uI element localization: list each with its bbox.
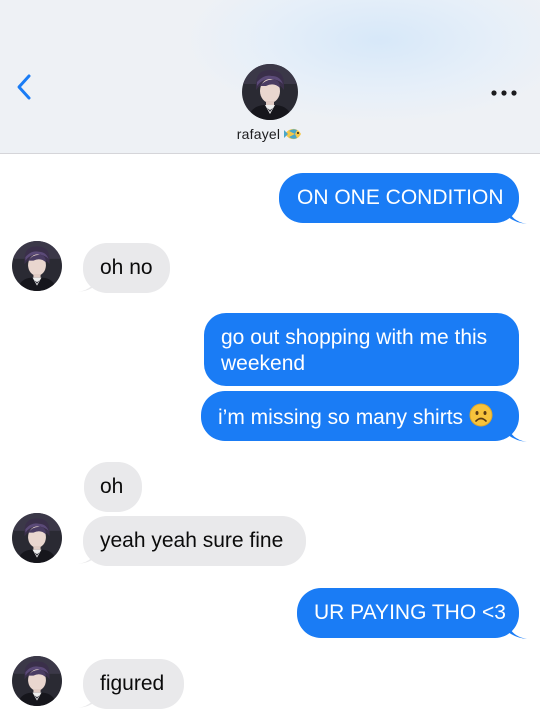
incoming-message[interactable]: yeah yeah sure fine [83, 516, 306, 566]
incoming-message[interactable]: figured [83, 659, 184, 709]
back-button[interactable] [14, 72, 36, 102]
incoming-message[interactable]: oh no [83, 243, 170, 293]
bubble-tail [508, 425, 527, 442]
outgoing-message[interactable]: i’m missing so many shirts [201, 391, 519, 441]
ellipsis-icon [491, 90, 517, 96]
contact-info-button[interactable]: rafayel [206, 62, 334, 148]
message-text: figured [100, 672, 165, 695]
contact-name-label: rafayel [236, 126, 281, 142]
fish-icon [283, 126, 303, 145]
conversation-header: rafayel [0, 0, 540, 154]
message-text: i’m missing so many shirts [218, 406, 464, 429]
contact-name: rafayel [206, 126, 334, 145]
sender-avatar[interactable] [12, 656, 62, 706]
frowning-face-emoji [469, 403, 493, 434]
sender-avatar[interactable] [12, 513, 62, 563]
outgoing-message[interactable]: ON ONE CONDITION [279, 173, 519, 223]
message-text: oh no [100, 256, 153, 279]
message-text-row: i’m missing so many shirts [218, 403, 519, 434]
chevron-left-icon [17, 74, 31, 100]
message-text: UR PAYING THO <3 [314, 601, 506, 624]
message-text: oh [100, 475, 124, 498]
incoming-message[interactable]: oh [84, 462, 142, 512]
message-text: yeah yeah sure fine [100, 529, 284, 552]
bubble-tail [508, 622, 527, 639]
message-text: ON ONE CONDITION [297, 186, 504, 209]
outgoing-message[interactable]: UR PAYING THO <3 [297, 588, 519, 638]
sender-avatar[interactable] [12, 241, 62, 291]
message-text: go out shopping with me this weekend [221, 326, 488, 375]
outgoing-message[interactable]: go out shopping with me this weekend [204, 313, 519, 386]
more-options-button[interactable] [490, 84, 518, 96]
contact-avatar [242, 64, 298, 120]
bubble-tail [508, 207, 527, 224]
